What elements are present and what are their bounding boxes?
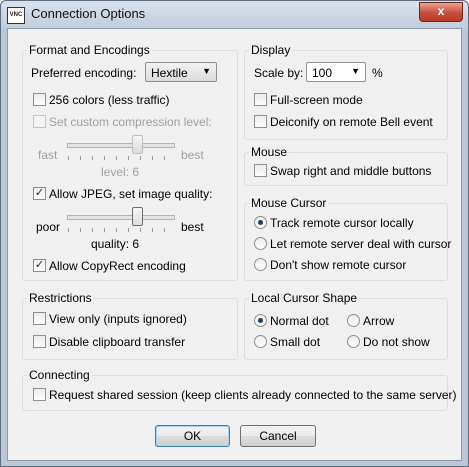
quality-level-text: quality: 6 — [91, 237, 140, 251]
compression-tick — [92, 156, 93, 160]
deiconify-checkbox[interactable] — [254, 115, 267, 128]
mouse-cursor-group-label: Mouse Cursor — [249, 196, 329, 210]
scale-unit: % — [372, 66, 383, 80]
view-only-label: View only (inputs ignored) — [49, 312, 187, 326]
chevron-down-icon: ▼ — [351, 66, 360, 76]
quality-tick — [116, 228, 117, 232]
format-encodings-group-label: Format and Encodings — [27, 43, 152, 57]
custom-compression-checkbox[interactable] — [33, 115, 46, 128]
do-not-show-label: Do not show — [363, 335, 430, 349]
quality-slider-track[interactable] — [67, 215, 175, 220]
mouse-group-label: Mouse — [249, 145, 290, 159]
allow-jpeg-checkbox[interactable]: ✓ — [33, 187, 46, 200]
scale-value: 100 — [312, 66, 333, 80]
allow-copyrect-label: Allow CopyRect encoding — [49, 259, 186, 273]
title-bar[interactable]: VNC Connection Options x — [1, 1, 468, 29]
window-title: Connection Options — [31, 6, 146, 21]
quality-tick — [104, 228, 105, 232]
custom-compression-label: Set custom compression level: — [49, 115, 212, 129]
arrow-radio[interactable] — [347, 314, 360, 327]
chevron-down-icon: ▼ — [202, 66, 211, 76]
quality-tick — [92, 228, 93, 232]
fullscreen-checkbox[interactable] — [254, 93, 267, 106]
normal-dot-label: Normal dot — [270, 314, 329, 328]
quality-tick — [80, 228, 81, 232]
quality-tick — [152, 228, 153, 232]
arrow-label: Arrow — [363, 314, 395, 328]
preferred-encoding-value: Hextile — [151, 66, 188, 80]
shared-session-checkbox[interactable] — [33, 388, 46, 401]
no-cursor-radio[interactable] — [254, 258, 267, 271]
scale-by-label: Scale by: — [254, 66, 304, 80]
server-cursor-radio[interactable] — [254, 237, 267, 250]
local-cursor-group-label: Local Cursor Shape — [249, 291, 360, 305]
compression-tick — [104, 156, 105, 160]
normal-dot-radio[interactable] — [254, 314, 267, 327]
allow-copyrect-checkbox[interactable]: ✓ — [33, 259, 46, 272]
view-only-checkbox[interactable] — [33, 312, 46, 325]
restrictions-group: Restrictions — [22, 291, 238, 360]
fullscreen-label: Full-screen mode — [270, 93, 363, 107]
compression-best-label: best — [181, 148, 204, 162]
quality-tick — [128, 228, 129, 232]
compression-level-text: level: 6 — [101, 165, 140, 179]
connecting-group-label: Connecting — [27, 368, 92, 382]
close-button[interactable]: x — [419, 2, 463, 22]
compression-tick — [68, 156, 69, 160]
quality-poor-label: poor — [36, 220, 61, 234]
no-cursor-label: Don't show remote cursor — [270, 258, 407, 272]
swap-buttons-checkbox[interactable] — [254, 164, 267, 177]
preferred-encoding-select[interactable]: Hextile ▼ — [145, 62, 217, 82]
restrictions-group-label: Restrictions — [27, 291, 94, 305]
compression-slider-track[interactable] — [67, 143, 175, 148]
display-group-label: Display — [249, 43, 293, 57]
colors256-checkbox[interactable] — [33, 93, 46, 106]
compression-tick — [152, 156, 153, 160]
quality-tick — [68, 228, 69, 232]
compression-slider-thumb[interactable] — [132, 135, 143, 154]
vnc-app-icon: VNC — [7, 7, 25, 24]
quality-tick — [140, 228, 141, 232]
small-dot-label: Small dot — [270, 335, 321, 349]
track-cursor-radio[interactable] — [254, 216, 267, 229]
disable-clipboard-checkbox[interactable] — [33, 335, 46, 348]
quality-best-label: best — [181, 220, 204, 234]
small-dot-radio[interactable] — [254, 335, 267, 348]
ok-button[interactable]: OK — [155, 425, 230, 447]
dialog-client-area: Format and Encodings Preferred encoding:… — [7, 28, 462, 461]
compression-tick — [140, 156, 141, 160]
server-cursor-label: Let remote server deal with cursor — [270, 237, 452, 251]
track-cursor-label: Track remote cursor locally — [270, 216, 414, 230]
deiconify-label: Deiconify on remote Bell event — [270, 115, 433, 129]
compression-tick — [128, 156, 129, 160]
compression-tick — [164, 156, 165, 160]
colors256-label: 256 colors (less traffic) — [49, 93, 170, 107]
disable-clipboard-label: Disable clipboard transfer — [49, 335, 186, 349]
preferred-encoding-label: Preferred encoding: — [31, 66, 137, 80]
local-cursor-group: Local Cursor Shape — [244, 291, 448, 360]
cancel-button[interactable]: Cancel — [240, 425, 316, 447]
scale-select[interactable]: 100 ▼ — [306, 62, 366, 82]
compression-tick — [80, 156, 81, 160]
quality-slider-thumb[interactable] — [132, 207, 143, 226]
swap-buttons-label: Swap right and middle buttons — [270, 164, 432, 178]
quality-tick — [164, 228, 165, 232]
compression-tick — [116, 156, 117, 160]
do-not-show-radio[interactable] — [347, 335, 360, 348]
shared-session-label: Request shared session (keep clients alr… — [49, 388, 457, 402]
allow-jpeg-label: Allow JPEG, set image quality: — [49, 187, 213, 201]
compression-fast-label: fast — [38, 148, 58, 162]
